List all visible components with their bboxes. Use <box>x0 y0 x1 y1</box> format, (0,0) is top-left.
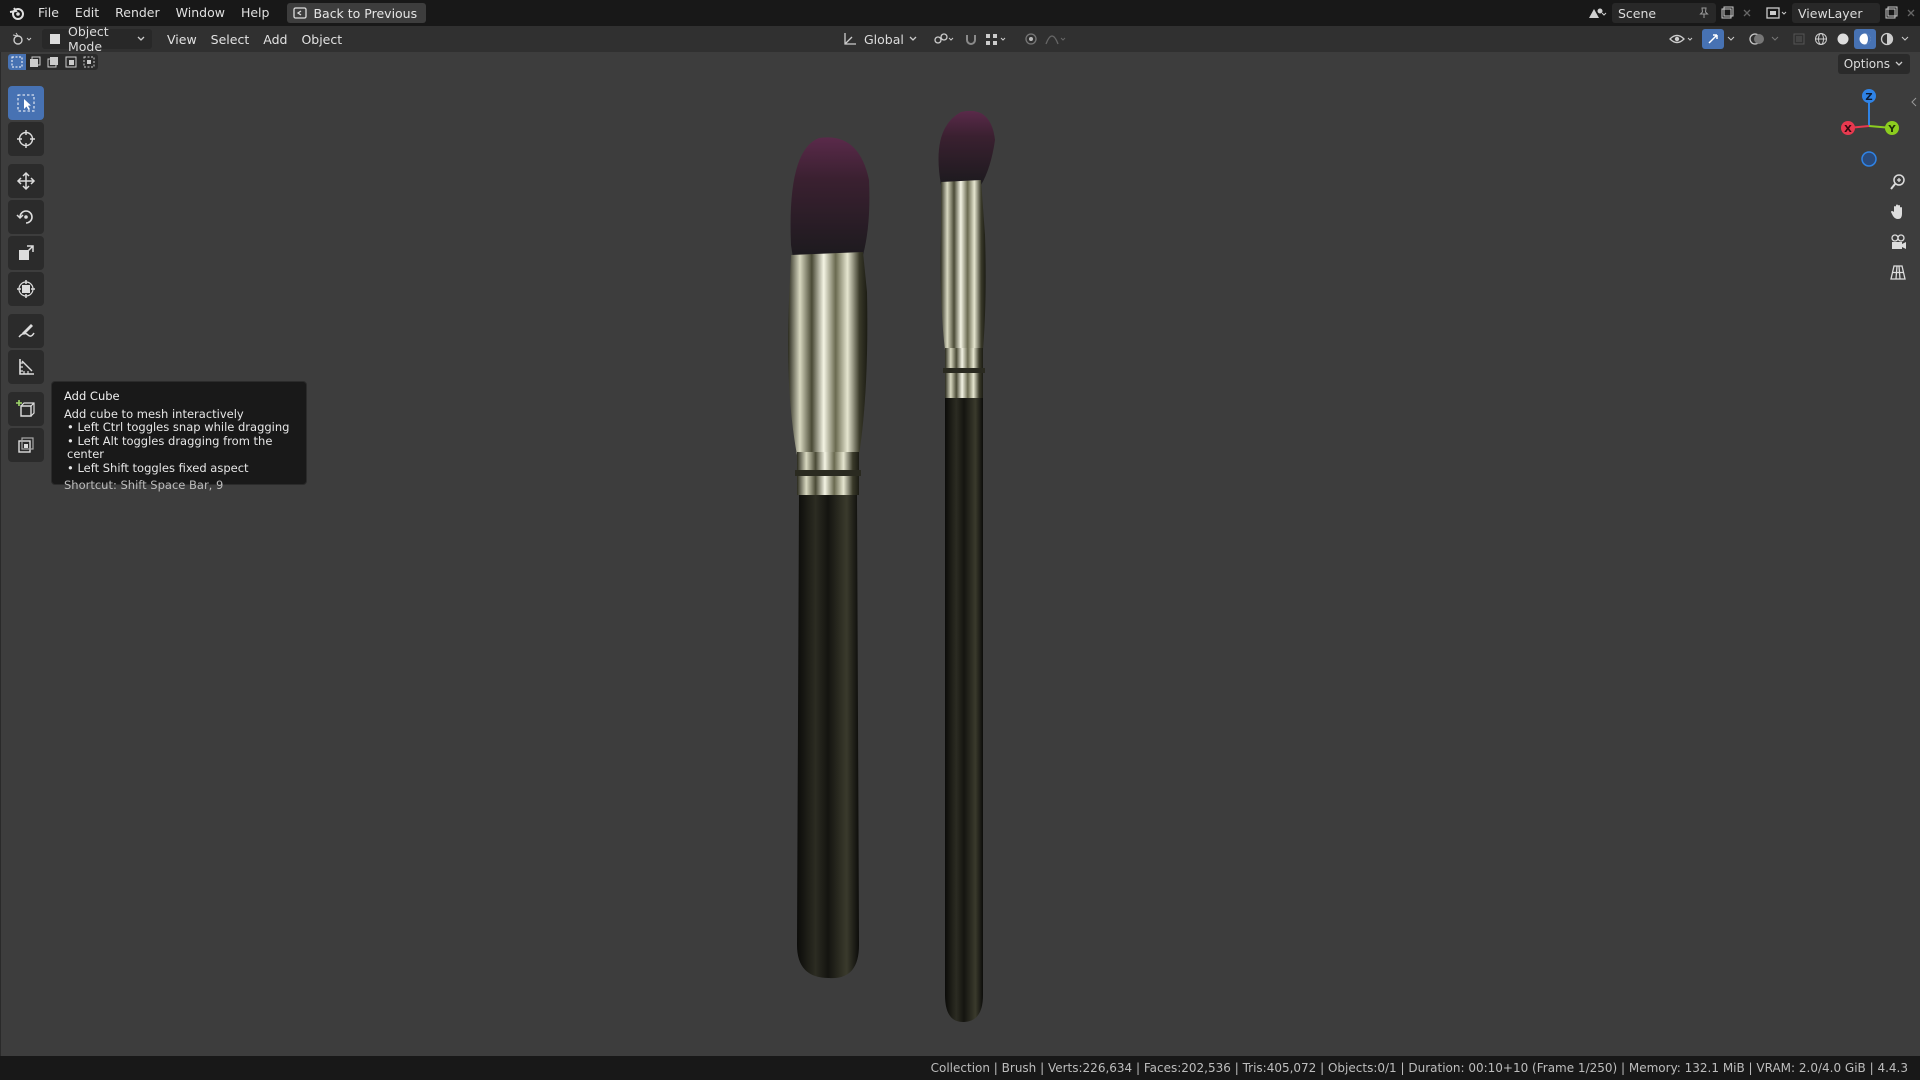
gizmo-x-label: X <box>1844 124 1852 135</box>
rotate-tool-icon[interactable] <box>8 200 44 234</box>
header-menu-view[interactable]: View <box>160 32 204 47</box>
object-mode-icon <box>50 34 60 44</box>
gizmo-z-label: Z <box>1865 92 1872 103</box>
mode-label: Object Mode <box>68 24 109 54</box>
annotate-tool-icon[interactable] <box>8 314 44 348</box>
camera-view-icon[interactable] <box>1886 230 1910 254</box>
xray-toggle-icon[interactable] <box>1788 29 1810 49</box>
scene-name-field[interactable]: Scene <box>1612 3 1716 23</box>
gizmo-neg-z-axis[interactable] <box>1861 151 1877 167</box>
navigation-gizmo[interactable]: Z Y X <box>1836 86 1906 176</box>
gizmo-toggle-icon[interactable] <box>1702 29 1724 49</box>
viewport-header: Object Mode View Select Add Object Globa… <box>0 24 1920 54</box>
orientation-label: Global <box>864 31 904 47</box>
tooltip-bullet: • Left Shift toggles fixed aspect <box>67 460 249 475</box>
tooltip-shortcut: Shortcut: Shift Space Bar, 9 <box>64 478 224 492</box>
gizmo-y-label: Y <box>1887 124 1896 135</box>
perspective-toggle-icon[interactable] <box>1886 260 1910 284</box>
solid-shading-icon[interactable] <box>1832 29 1854 49</box>
status-bar-stats: Collection | Brush | Verts:226,634 | Fac… <box>930 1061 1908 1075</box>
options-dropdown[interactable]: Options <box>1837 54 1910 74</box>
add-cube-tooltip: Add Cube Add cube to mesh interactively … <box>51 381 307 492</box>
overlays-toggle-icon[interactable] <box>1746 29 1768 49</box>
header-menu-object[interactable]: Object <box>294 32 349 47</box>
select-extend-icon[interactable] <box>26 54 44 70</box>
delete-view-layer-icon[interactable] <box>1902 3 1920 23</box>
view-layer-name: ViewLayer <box>1798 5 1863 21</box>
select-intersect-icon[interactable] <box>80 54 98 70</box>
makeup-brushes-render <box>788 110 996 1022</box>
visibility-selectability-icon[interactable] <box>1666 29 1698 49</box>
header-menu-add[interactable]: Add <box>256 32 294 47</box>
zoom-view-icon[interactable] <box>1886 170 1910 194</box>
brush-left[interactable] <box>788 137 870 979</box>
gizmo-options-chevron-icon[interactable] <box>1724 29 1738 49</box>
select-box-tool-icon[interactable] <box>8 86 44 120</box>
new-view-layer-icon[interactable] <box>1880 3 1902 23</box>
proportional-editing-icon[interactable] <box>1020 29 1042 49</box>
snap-increment-icon[interactable] <box>982 29 1012 49</box>
menu-window[interactable]: Window <box>168 2 233 24</box>
chevron-down-icon <box>909 36 917 41</box>
options-label: Options <box>1843 57 1890 71</box>
chevron-down-icon <box>137 36 145 41</box>
header-menu-select[interactable]: Select <box>204 32 257 47</box>
view-layer-field[interactable]: ViewLayer <box>1792 3 1880 23</box>
scale-tool-icon[interactable] <box>8 236 44 270</box>
material-preview-shading-icon[interactable] <box>1854 29 1876 49</box>
snap-toggle-icon[interactable] <box>960 29 982 49</box>
scene-name: Scene <box>1618 5 1657 21</box>
menu-help[interactable]: Help <box>233 2 278 24</box>
cursor-tool-icon[interactable] <box>8 122 44 156</box>
proportional-falloff-icon[interactable] <box>1042 29 1072 49</box>
move-tool-icon[interactable] <box>8 164 44 198</box>
add-mesh-tool-icon[interactable] <box>8 428 44 462</box>
overlays-options-chevron-icon[interactable] <box>1768 29 1782 49</box>
mode-dropdown[interactable]: Object Mode <box>42 24 152 54</box>
tooltip-description: Add cube to mesh interactively <box>64 406 244 421</box>
tooltip-bullet: • Left Alt toggles dragging from the cen… <box>67 433 273 461</box>
scene-selector-icon[interactable] <box>1582 3 1612 23</box>
view-layer-selector-icon[interactable] <box>1762 3 1792 23</box>
shading-controls <box>1666 29 1912 49</box>
measure-tool-icon[interactable] <box>8 350 44 384</box>
pin-icon[interactable] <box>1698 7 1710 19</box>
back-to-previous-label: Back to Previous <box>313 5 418 21</box>
editor-type-icon[interactable] <box>6 29 40 49</box>
select-invert-icon[interactable] <box>62 54 80 70</box>
tool-shelf <box>8 86 46 464</box>
menu-render[interactable]: Render <box>107 2 168 24</box>
transform-controls: Global <box>836 29 1072 49</box>
menu-file[interactable]: File <box>30 2 67 24</box>
wireframe-shading-icon[interactable] <box>1810 29 1832 49</box>
select-subtract-icon[interactable] <box>44 54 62 70</box>
top-menu-bar: File Edit Render Window Help Back to Pre… <box>0 0 1920 26</box>
tooltip-title: Add Cube <box>64 389 120 403</box>
status-bar: Collection | Brush | Verts:226,634 | Fac… <box>0 1056 1920 1080</box>
selection-mode-group <box>8 54 98 70</box>
sidebar-toggle-icon[interactable] <box>1910 96 1918 110</box>
new-scene-icon[interactable] <box>1716 3 1738 23</box>
orientation-axes-icon <box>844 33 856 45</box>
add-cube-tool-icon[interactable] <box>8 392 44 426</box>
back-to-previous-button[interactable]: Back to Previous <box>287 3 427 23</box>
transform-tool-icon[interactable] <box>8 272 44 306</box>
screen-back-icon <box>293 7 308 19</box>
shading-options-chevron-icon[interactable] <box>1898 29 1912 49</box>
menu-edit[interactable]: Edit <box>67 2 107 24</box>
tooltip-bullet: • Left Ctrl toggles snap while dragging <box>67 420 290 434</box>
pivot-point-icon[interactable] <box>930 29 960 49</box>
brush-right[interactable] <box>938 110 996 1022</box>
delete-scene-icon[interactable] <box>1738 3 1756 23</box>
rendered-shading-icon[interactable] <box>1876 29 1898 49</box>
blender-logo-icon[interactable] <box>4 0 30 26</box>
orientation-dropdown[interactable]: Global <box>836 29 924 49</box>
pan-hand-icon[interactable] <box>1886 200 1910 224</box>
chevron-down-icon <box>1895 61 1903 66</box>
3d-viewport[interactable] <box>0 52 1920 1056</box>
select-new-icon[interactable] <box>8 54 26 70</box>
workspace-controls: Scene ViewLayer <box>1582 0 1920 26</box>
